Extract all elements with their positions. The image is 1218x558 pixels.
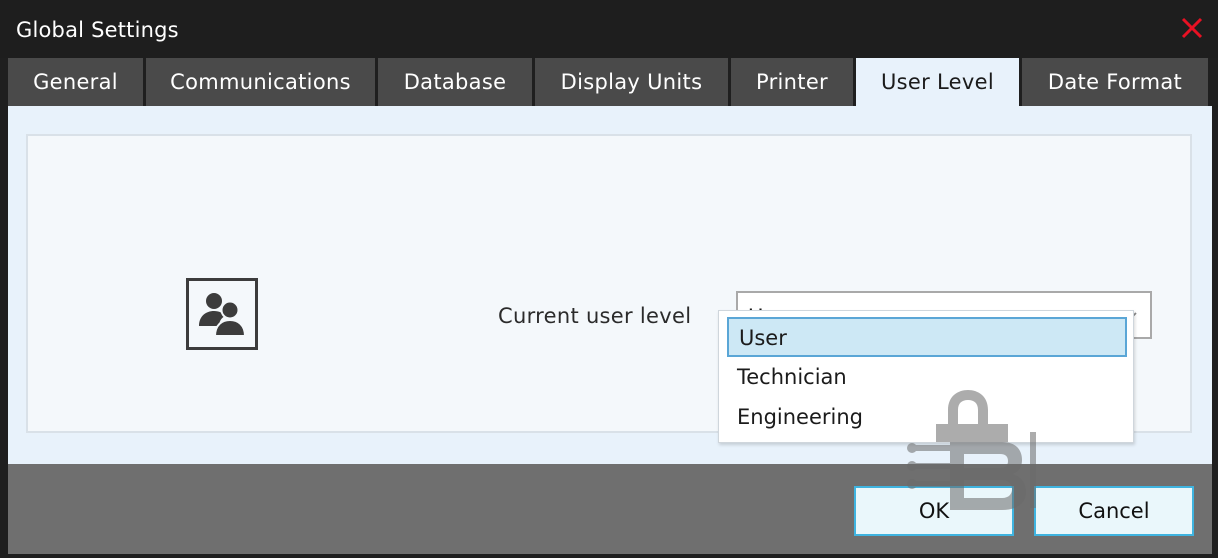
tab-date-format[interactable]: Date Format — [1022, 58, 1208, 106]
tab-general[interactable]: General — [8, 58, 143, 106]
tab-printer[interactable]: Printer — [731, 58, 853, 106]
title-bar: Global Settings — [0, 0, 1218, 58]
dropdown-option-engineering[interactable]: Engineering — [727, 398, 1127, 438]
dialog-footer: OK Cancel — [8, 464, 1212, 554]
tab-display-units[interactable]: Display Units — [535, 58, 728, 106]
dropdown-option-technician[interactable]: Technician — [727, 358, 1127, 398]
close-button[interactable] — [1176, 10, 1208, 46]
global-settings-window: Global Settings General Communications D… — [0, 0, 1218, 558]
user-level-dropdown-list: User Technician Engineering — [718, 310, 1134, 443]
window-title: Global Settings — [16, 18, 179, 42]
cancel-button[interactable]: Cancel — [1034, 486, 1194, 536]
users-icon — [186, 278, 258, 350]
close-icon — [1181, 17, 1203, 39]
tab-user-level[interactable]: User Level — [856, 58, 1019, 106]
tab-strip: General Communications Database Display … — [8, 58, 1211, 106]
tab-communications[interactable]: Communications — [146, 58, 375, 106]
dropdown-option-user[interactable]: User — [727, 317, 1127, 357]
ok-button[interactable]: OK — [854, 486, 1014, 536]
tab-database[interactable]: Database — [378, 58, 532, 106]
current-user-level-label: Current user level — [498, 304, 692, 328]
